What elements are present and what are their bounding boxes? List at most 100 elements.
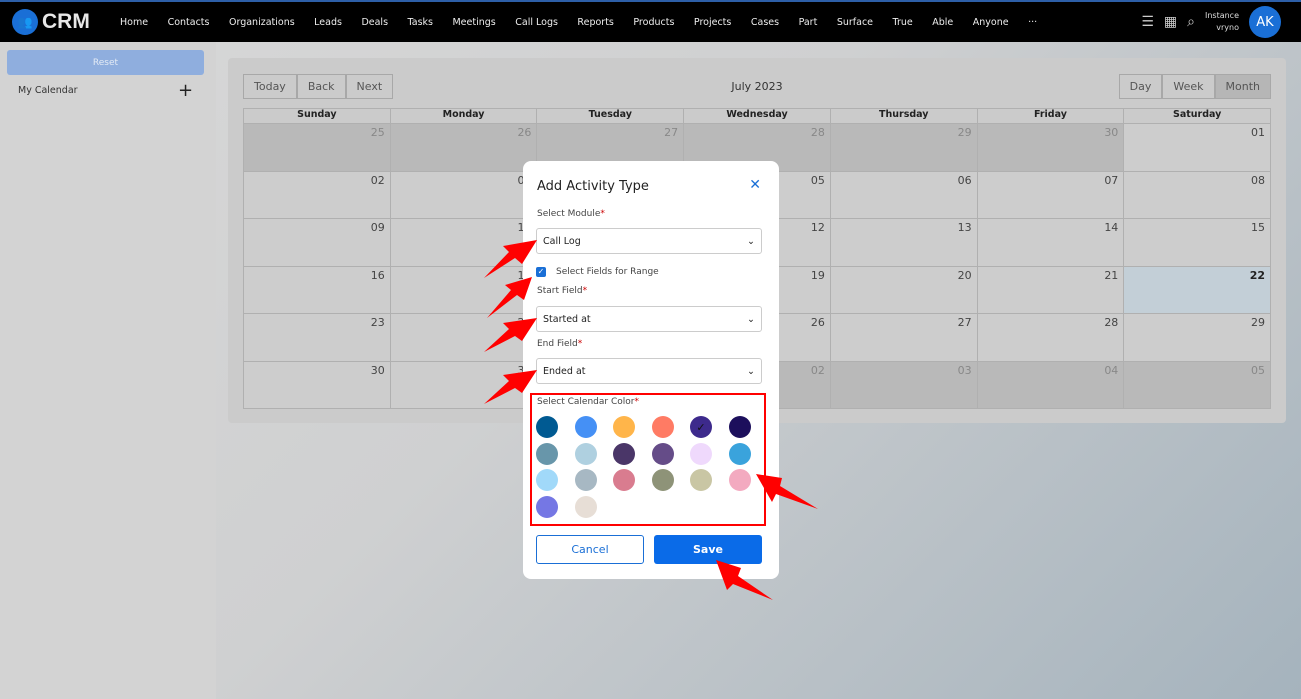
day-header: Wednesday — [683, 109, 830, 123]
view-month-button[interactable]: Month — [1214, 74, 1271, 99]
calendar-icon[interactable]: ▦ — [1164, 14, 1177, 30]
module-select[interactable]: Call Log ⌄ — [536, 228, 762, 254]
day-cell[interactable]: 30 — [244, 361, 390, 408]
color-swatch[interactable] — [728, 442, 751, 465]
nav-item-anyone[interactable]: Anyone — [973, 17, 1009, 28]
day-cell[interactable]: 01 — [1123, 124, 1271, 171]
nav-item-able[interactable]: Able — [932, 17, 953, 28]
nav-item-tasks[interactable]: Tasks — [408, 17, 433, 28]
day-cell[interactable]: 08 — [1123, 171, 1271, 218]
color-swatch[interactable] — [536, 416, 558, 438]
day-cell[interactable]: 26 — [389, 124, 537, 171]
color-swatch[interactable] — [613, 469, 635, 491]
nav-item-true[interactable]: True — [893, 17, 913, 28]
day-cell[interactable]: 30 — [976, 124, 1124, 171]
day-cell[interactable]: 10 — [389, 219, 537, 266]
day-cell[interactable]: 17 — [389, 266, 537, 313]
color-swatch[interactable] — [728, 469, 751, 491]
avatar[interactable]: AK — [1249, 6, 1281, 38]
day-cell[interactable]: 09 — [244, 219, 390, 266]
logo-text: CRM — [42, 10, 90, 33]
chevron-down-icon: ⌄ — [747, 313, 755, 325]
day-cell[interactable]: 25 — [244, 124, 390, 171]
day-header: Saturday — [1123, 109, 1270, 123]
nav-item-reports[interactable]: Reports — [577, 17, 613, 28]
day-cell[interactable]: 22 — [1123, 266, 1271, 313]
day-cell[interactable]: 05 — [1123, 361, 1271, 408]
day-cell[interactable]: 27 — [829, 314, 977, 361]
top-navbar: 👥 CRM Home Contacts Organizations Leads Deal… — [0, 0, 1301, 42]
color-swatch[interactable] — [690, 442, 712, 465]
color-swatch[interactable] — [613, 442, 635, 465]
day-cell[interactable]: 14 — [976, 219, 1124, 266]
save-button[interactable]: Save — [654, 535, 762, 564]
day-cell[interactable]: 20 — [829, 266, 977, 313]
nav-item-contacts[interactable]: Contacts — [168, 17, 210, 28]
day-cell[interactable]: 23 — [244, 314, 390, 361]
search-icon[interactable]: ⌕ — [1187, 14, 1195, 30]
color-swatch[interactable] — [651, 416, 674, 438]
color-swatch[interactable] — [574, 469, 597, 491]
day-header: Tuesday — [536, 109, 683, 123]
nav-item-deals[interactable]: Deals — [361, 17, 388, 28]
view-week-button[interactable]: Week — [1162, 74, 1215, 99]
my-calendar-label: My Calendar — [18, 85, 78, 96]
day-header: Sunday — [297, 109, 337, 120]
color-swatch[interactable] — [574, 416, 597, 438]
day-cell[interactable]: 13 — [829, 219, 977, 266]
nav-item-surface[interactable]: Surface — [837, 17, 873, 28]
start-field-label: Start Field* — [537, 286, 588, 296]
module-label: Select Module* — [537, 209, 605, 219]
day-cell[interactable]: 07 — [976, 171, 1124, 218]
nav-item-projects[interactable]: Projects — [694, 17, 731, 28]
check-icon: ✓ — [696, 420, 706, 434]
day-cell[interactable]: 21 — [976, 266, 1124, 313]
day-header: Monday — [389, 109, 537, 123]
day-cell[interactable]: 04 — [976, 361, 1124, 408]
reset-button[interactable]: Reset — [7, 50, 204, 75]
color-swatch[interactable] — [574, 442, 597, 465]
day-cell[interactable]: 29 — [829, 124, 977, 171]
nav-item-call-logs[interactable]: Call Logs — [515, 17, 558, 28]
start-field-select[interactable]: Started at ⌄ — [536, 306, 762, 332]
nav-item-home[interactable]: Home — [120, 17, 148, 28]
nav-item-organizations[interactable]: Organizations — [229, 17, 295, 28]
color-swatch[interactable] — [728, 416, 751, 438]
nav-item-part[interactable]: Part — [799, 17, 818, 28]
color-swatch[interactable] — [651, 469, 674, 491]
chevron-down-icon: ⌄ — [747, 235, 755, 247]
sidebar: Reset My Calendar + — [0, 42, 216, 699]
range-checkbox[interactable]: ✓ — [536, 267, 546, 277]
day-cell[interactable]: 16 — [244, 266, 390, 313]
day-cell[interactable]: 03 — [389, 171, 537, 218]
day-cell[interactable]: 02 — [244, 171, 390, 218]
day-cell[interactable]: 15 — [1123, 219, 1271, 266]
modal-title: Add Activity Type — [537, 179, 649, 194]
day-cell[interactable]: 24 — [389, 314, 537, 361]
nav-item-products[interactable]: Products — [633, 17, 674, 28]
end-field-select[interactable]: Ended at ⌄ — [536, 358, 762, 384]
day-cell[interactable]: 28 — [976, 314, 1124, 361]
list-add-icon[interactable]: ☰ — [1141, 14, 1154, 30]
cancel-button[interactable]: Cancel — [536, 535, 644, 564]
nav-item-leads[interactable]: Leads — [314, 17, 342, 28]
day-cell[interactable]: 06 — [829, 171, 977, 218]
day-cell[interactable]: 31 — [389, 361, 537, 408]
more-menu-icon[interactable]: ··· — [1028, 17, 1037, 28]
nav-item-meetings[interactable]: Meetings — [452, 17, 495, 28]
nav-item-cases[interactable]: Cases — [751, 17, 779, 28]
color-swatch[interactable] — [613, 416, 635, 438]
color-swatch[interactable] — [536, 469, 558, 491]
add-calendar-button[interactable]: + — [178, 80, 193, 101]
view-day-button[interactable]: Day — [1118, 74, 1163, 99]
color-swatch[interactable] — [690, 469, 712, 491]
color-swatch[interactable] — [536, 495, 558, 518]
day-cell[interactable]: 29 — [1123, 314, 1271, 361]
color-swatch[interactable] — [536, 442, 558, 465]
color-swatch[interactable]: ✓ — [690, 416, 712, 438]
close-icon[interactable]: ✕ — [749, 177, 761, 193]
color-swatch[interactable] — [651, 442, 674, 465]
day-cell[interactable]: 03 — [829, 361, 977, 408]
logo[interactable]: 👥 CRM — [12, 9, 120, 35]
color-swatch[interactable] — [574, 495, 597, 518]
